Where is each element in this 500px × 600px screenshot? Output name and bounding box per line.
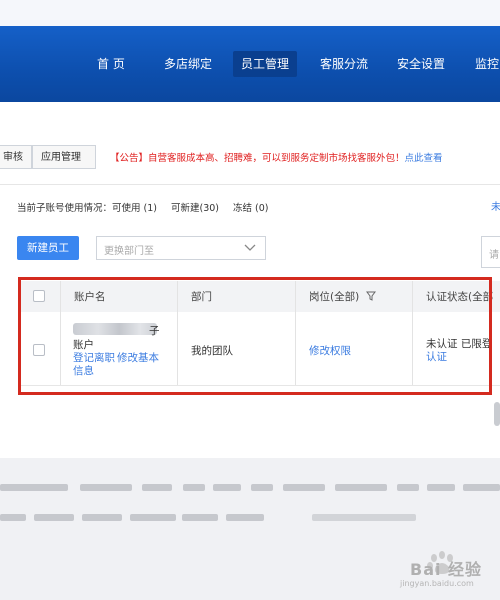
- watermark-site: jingyan.baidu.com: [400, 579, 474, 588]
- footer-link[interactable]: [213, 484, 241, 491]
- announcement-text: 【公告】自营客服成本高、招聘难，可以到服务定制市场找客服外包！: [110, 153, 405, 164]
- tab-app-management[interactable]: 应用管理: [32, 145, 96, 169]
- footer-link[interactable]: [427, 484, 455, 491]
- nav-multi-store[interactable]: 多店绑定: [164, 51, 212, 77]
- change-department-select[interactable]: 更换部门至: [96, 236, 266, 260]
- usage-right-link[interactable]: 未: [491, 198, 500, 213]
- department-select-placeholder: 更换部门至: [104, 246, 154, 257]
- tab-review[interactable]: 审核: [0, 145, 32, 169]
- footer-link[interactable]: [34, 514, 74, 521]
- header-nav-bar: 首 页 多店绑定 员工管理 客服分流 安全设置 监控: [0, 26, 500, 102]
- footer-link[interactable]: [182, 514, 218, 521]
- account-usage: 当前子账号使用情况：可使用 (1) 可新建(30) 冻结 (0): [17, 200, 283, 214]
- new-staff-button[interactable]: 新建员工: [17, 236, 79, 260]
- footer-link[interactable]: [226, 514, 264, 521]
- nav-monitoring[interactable]: 监控: [475, 51, 499, 77]
- footer-link[interactable]: [0, 514, 26, 521]
- usage-available: 可使用 (1): [112, 203, 157, 214]
- footer-link[interactable]: [130, 514, 176, 521]
- top-strip: [0, 0, 500, 27]
- footer-link[interactable]: [463, 484, 500, 491]
- chevron-down-icon: [244, 244, 256, 251]
- nav-security-settings[interactable]: 安全设置: [397, 51, 445, 77]
- usage-label: 当前子账号使用情况：: [17, 203, 113, 214]
- footer-link[interactable]: [142, 484, 172, 491]
- nav-staff-management[interactable]: 员工管理: [233, 51, 298, 77]
- nav-customer-routing[interactable]: 客服分流: [320, 51, 368, 77]
- usage-frozen: 冻结 (0): [233, 203, 269, 214]
- footer-link[interactable]: [80, 484, 132, 491]
- nav-home[interactable]: 首 页: [97, 51, 125, 77]
- footer-link[interactable]: [335, 484, 387, 491]
- footer-link[interactable]: [283, 484, 325, 491]
- scrollbar-thumb[interactable]: [494, 402, 500, 426]
- footer-copyright: [312, 514, 416, 521]
- search-input[interactable]: 请: [481, 236, 500, 268]
- footer-link[interactable]: [251, 484, 273, 491]
- highlight-box: [18, 277, 492, 395]
- usage-creatable: 可新建(30): [171, 203, 220, 214]
- announcement: 【公告】自营客服成本高、招聘难，可以到服务定制市场找客服外包！点此查看: [110, 150, 443, 164]
- divider: [0, 184, 500, 185]
- footer-link[interactable]: [183, 484, 205, 491]
- footer-link[interactable]: [0, 484, 68, 491]
- announcement-link[interactable]: 点此查看: [405, 153, 443, 164]
- footer-link[interactable]: [82, 514, 122, 521]
- watermark-brand: Bai 经验: [410, 560, 483, 579]
- search-placeholder: 请: [489, 250, 499, 261]
- footer-link[interactable]: [397, 484, 419, 491]
